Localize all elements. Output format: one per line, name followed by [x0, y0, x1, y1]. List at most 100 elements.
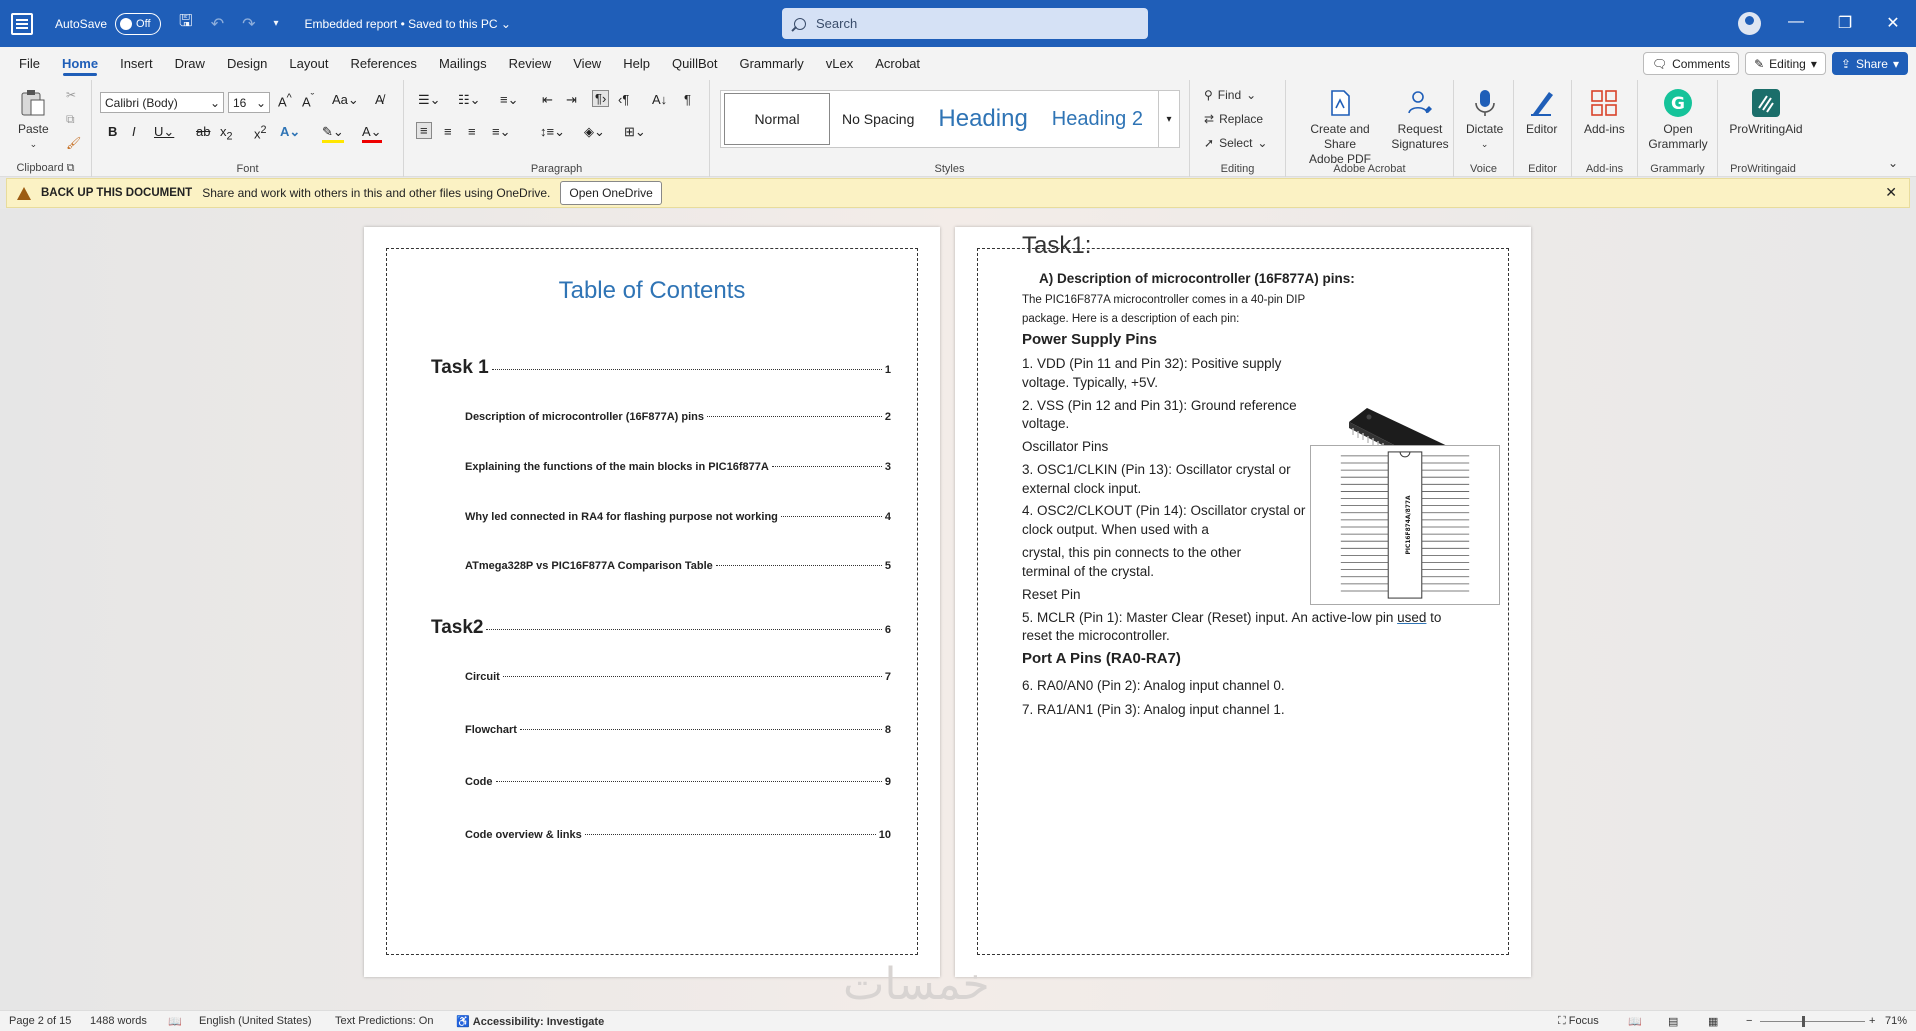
prowritingaid-button[interactable]: ProWritingAid: [1726, 88, 1806, 137]
borders-icon[interactable]: ⊞⌄: [624, 124, 646, 140]
zoom-out-icon[interactable]: −: [1746, 1015, 1752, 1027]
toc-entry[interactable]: Explaining the functions of the main blo…: [465, 461, 891, 473]
toc-entry[interactable]: Why led connected in RA4 for flashing pu…: [465, 511, 891, 523]
italic-icon[interactable]: I: [132, 124, 136, 139]
toc-entry[interactable]: ATmega328P vs PIC16F877A Comparison Tabl…: [465, 560, 891, 572]
font-size-select[interactable]: 16 ⌄: [228, 92, 270, 113]
page-count[interactable]: Page 2 of 15: [9, 1015, 71, 1027]
avatar[interactable]: [1738, 12, 1761, 35]
align-left-icon[interactable]: ≡: [416, 122, 432, 139]
zoom-slider[interactable]: [1760, 1021, 1865, 1022]
document-title[interactable]: Embedded report • Saved to this PC ⌄: [305, 17, 511, 31]
bold-icon[interactable]: B: [108, 124, 117, 139]
close-icon[interactable]: ✕: [1885, 184, 1897, 201]
find-button[interactable]: ⚲ Find ⌄: [1204, 88, 1256, 102]
text-effects-icon[interactable]: A⌄: [280, 124, 300, 140]
subscript-icon[interactable]: x2: [220, 124, 233, 143]
restore-icon[interactable]: ❐: [1835, 13, 1855, 33]
read-mode-icon[interactable]: 📖: [1628, 1015, 1642, 1028]
style-heading[interactable]: Heading: [926, 91, 1039, 147]
undo-icon[interactable]: ↶: [211, 14, 224, 34]
shrink-font-icon[interactable]: Aˇ: [302, 92, 314, 109]
align-right-icon[interactable]: ≡: [468, 124, 476, 139]
toc-entry[interactable]: Description of microcontroller (16F877A)…: [465, 411, 891, 423]
open-grammarly-button[interactable]: G Open Grammarly: [1648, 88, 1708, 152]
style-no-spacing[interactable]: No Spacing: [830, 91, 926, 147]
tab-insert[interactable]: Insert: [109, 47, 164, 80]
change-case-icon[interactable]: Aa⌄: [332, 92, 359, 108]
tab-layout[interactable]: Layout: [278, 47, 339, 80]
word-app-icon[interactable]: [11, 12, 33, 35]
tab-help[interactable]: Help: [612, 47, 661, 80]
toc-entry[interactable]: Code overview & links 10: [465, 829, 891, 841]
accessibility-status[interactable]: ♿ Accessibility: Investigate: [456, 1015, 604, 1028]
line-spacing-icon[interactable]: ↕≡⌄: [540, 124, 565, 140]
underline-icon[interactable]: U⌄: [154, 124, 174, 140]
paste-button[interactable]: Paste ⌄: [18, 88, 49, 152]
autosave-toggle[interactable]: Off: [115, 12, 162, 35]
toc-entry[interactable]: Flowchart 8: [465, 724, 891, 736]
zoom-level[interactable]: 71%: [1885, 1015, 1907, 1027]
style-normal[interactable]: Normal: [724, 93, 830, 145]
editor-button[interactable]: Editor: [1526, 88, 1557, 137]
toc-entry[interactable]: Code 9: [465, 776, 891, 788]
justify-icon[interactable]: ≡⌄: [492, 124, 510, 140]
redo-icon[interactable]: ↷: [242, 14, 255, 34]
font-family-select[interactable]: Calibri (Body) ⌄: [100, 92, 224, 113]
comments-button[interactable]: 🗨 Comments: [1642, 52, 1740, 75]
share-button[interactable]: ⇪ Share ▾: [1831, 52, 1908, 75]
superscript-icon[interactable]: x2: [254, 124, 267, 141]
increase-indent-icon[interactable]: ⇥: [566, 92, 577, 108]
style-heading-2[interactable]: Heading 2: [1040, 91, 1155, 147]
numbering-icon[interactable]: ☷⌄: [458, 92, 481, 108]
show-formatting-icon[interactable]: ¶: [684, 92, 691, 107]
request-signatures-button[interactable]: Request Signatures: [1390, 88, 1450, 152]
tab-grammarly[interactable]: Grammarly: [728, 47, 814, 80]
tab-design[interactable]: Design: [216, 47, 278, 80]
align-center-icon[interactable]: ≡: [444, 124, 452, 139]
grow-font-icon[interactable]: A^: [278, 92, 292, 109]
search-input[interactable]: Search: [782, 8, 1148, 39]
tab-home[interactable]: Home: [51, 47, 109, 80]
save-icon[interactable]: 🖫: [179, 10, 193, 37]
open-onedrive-button[interactable]: Open OneDrive: [560, 181, 662, 205]
highlight-icon[interactable]: ✎⌄: [322, 124, 344, 143]
bullets-icon[interactable]: ☰⌄: [418, 92, 441, 108]
tab-acrobat[interactable]: Acrobat: [864, 47, 931, 80]
font-color-icon[interactable]: A⌄: [362, 124, 382, 143]
tab-vlex[interactable]: vLex: [815, 47, 864, 80]
minimize-icon[interactable]: —: [1786, 13, 1806, 31]
web-layout-icon[interactable]: ▦: [1708, 1015, 1718, 1028]
focus-button[interactable]: ⛶ Focus: [1558, 1015, 1599, 1028]
create-share-pdf-button[interactable]: Create and Share Adobe PDF: [1294, 88, 1386, 167]
format-painter-icon[interactable]: 🖌: [66, 136, 81, 150]
replace-button[interactable]: ⇄ Replace: [1204, 112, 1263, 126]
editing-mode-button[interactable]: ✎ Editing ▾: [1745, 52, 1826, 75]
tab-review[interactable]: Review: [498, 47, 563, 80]
addins-button[interactable]: Add-ins: [1584, 88, 1625, 137]
word-count[interactable]: 1488 words: [90, 1015, 147, 1027]
tab-file[interactable]: File: [8, 47, 51, 80]
customize-toolbar-icon[interactable]: ▾: [274, 18, 279, 29]
page-table-of-contents[interactable]: Table of Contents Task 11 Description of…: [364, 227, 940, 977]
tab-mailings[interactable]: Mailings: [428, 47, 498, 80]
styles-more-button[interactable]: ▾: [1158, 90, 1180, 148]
tab-quillbot[interactable]: QuillBot: [661, 47, 729, 80]
tab-references[interactable]: References: [339, 47, 427, 80]
tab-view[interactable]: View: [562, 47, 612, 80]
ltr-icon[interactable]: ¶›: [592, 90, 610, 107]
text-predictions-status[interactable]: Text Predictions: On: [335, 1015, 433, 1027]
sort-icon[interactable]: A↓: [652, 92, 667, 107]
close-icon[interactable]: ✕: [1883, 13, 1903, 33]
select-button[interactable]: ➚ Select ⌄: [1204, 136, 1267, 150]
copy-icon[interactable]: ⧉: [66, 112, 75, 127]
proofing-icon[interactable]: 📖: [168, 1015, 182, 1028]
toc-entry[interactable]: Task2 6: [431, 617, 891, 639]
decrease-indent-icon[interactable]: ⇤: [542, 92, 553, 108]
document-canvas[interactable]: Table of Contents Task 11 Description of…: [0, 209, 1916, 1010]
shading-icon[interactable]: ◈⌄: [584, 124, 605, 140]
language-status[interactable]: English (United States): [199, 1015, 312, 1027]
collapse-ribbon-icon[interactable]: ⌄: [1888, 156, 1898, 170]
clear-formatting-icon[interactable]: A̸: [375, 92, 384, 107]
cut-icon[interactable]: ✂: [66, 88, 76, 102]
